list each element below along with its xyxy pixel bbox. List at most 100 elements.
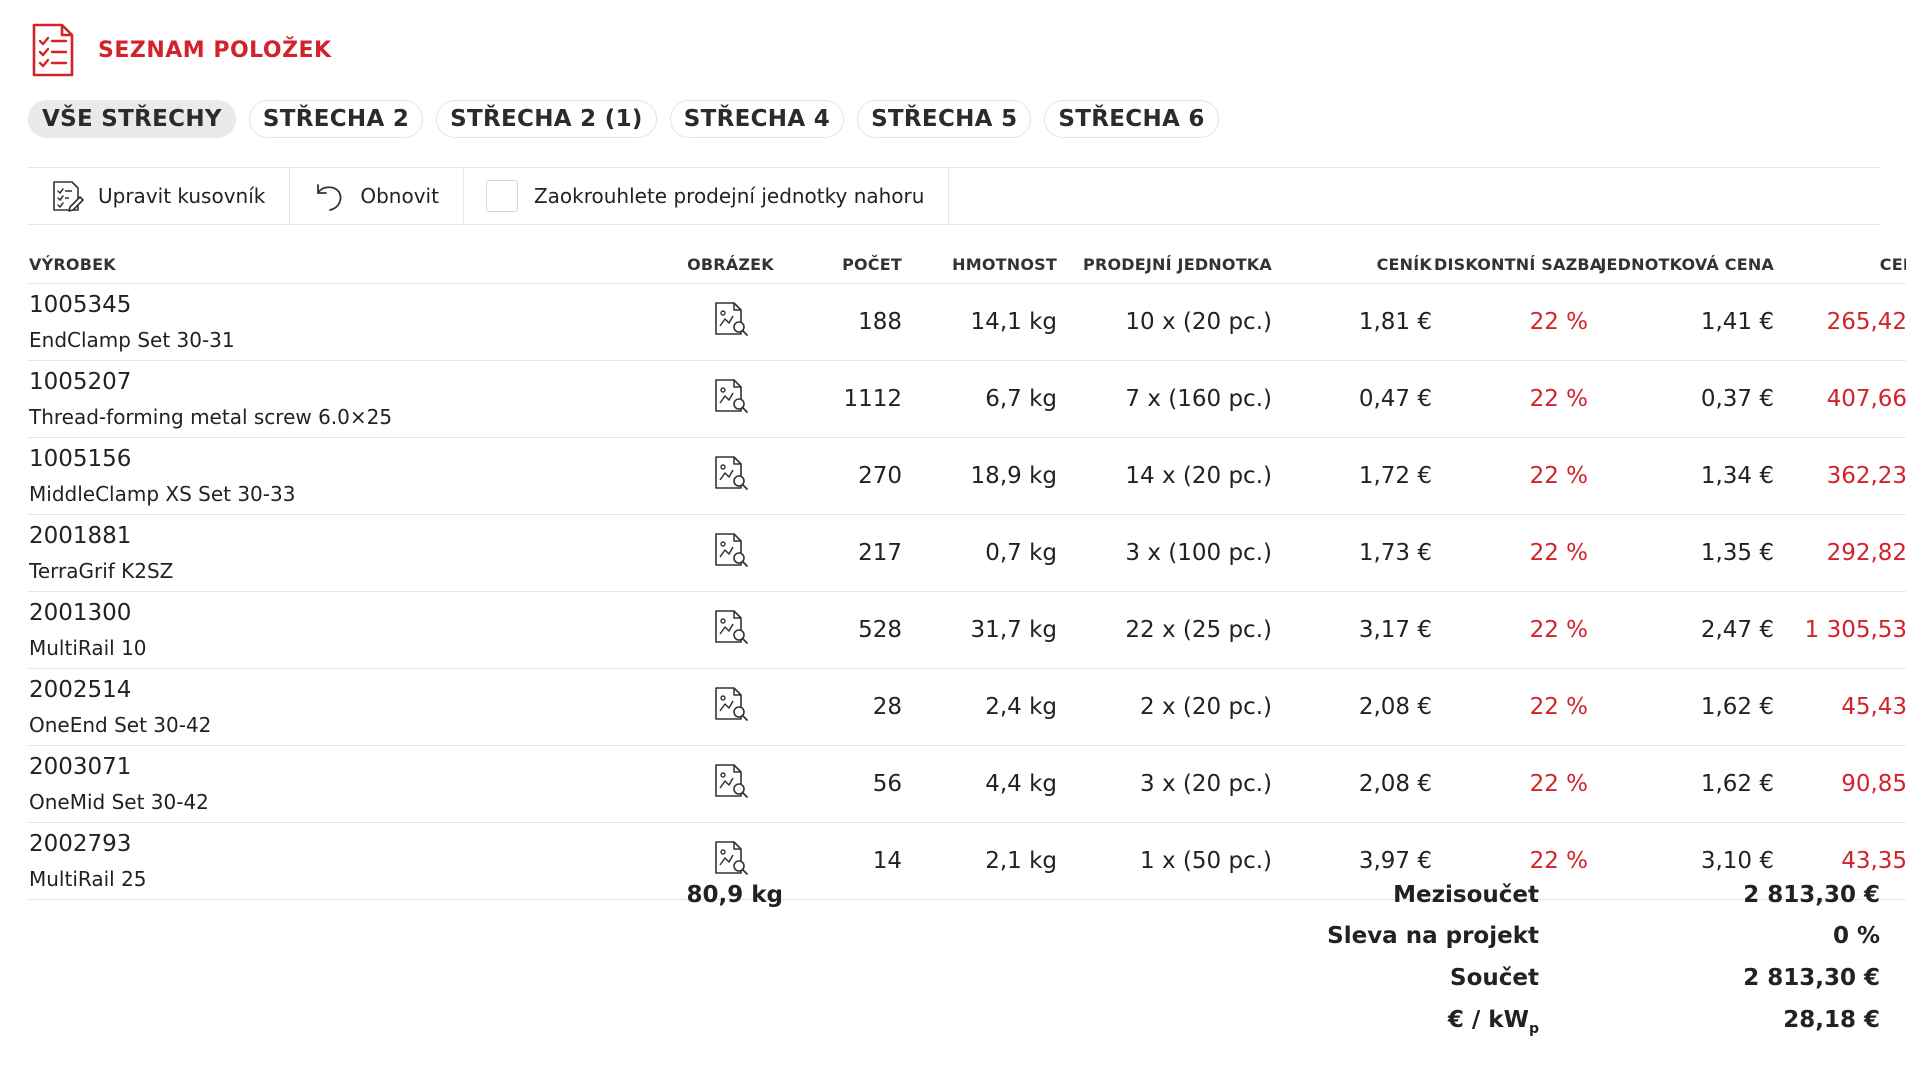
edit-bom-label: Upravit kusovník (98, 184, 266, 208)
item-sales-unit: 3 x (20 pc.) (1058, 745, 1273, 823)
image-preview-icon[interactable] (713, 378, 749, 420)
item-weight: 4,4 kg (903, 745, 1058, 823)
per-kwp-label: € / kWp (1447, 1007, 1539, 1037)
image-preview-icon[interactable] (713, 609, 749, 651)
total-value: 2 813,30 € (1743, 965, 1880, 991)
table-row: 1005156 MiddleClamp XS Set 30-33 270 18,… (28, 437, 1906, 515)
product-name: MiddleClamp XS Set 30-33 (29, 482, 296, 506)
table-row: 2003071 OneMid Set 30-42 56 4,4 kg 3 x (… (28, 745, 1906, 823)
item-discount: 22 % (1433, 591, 1589, 669)
round-up-checkbox[interactable] (485, 180, 518, 212)
item-discount: 22 % (1433, 283, 1589, 361)
total-label: Součet (1450, 965, 1539, 991)
col-list-price: CENÍK (1376, 254, 1432, 274)
item-price: 265,42 € (1775, 283, 1906, 361)
item-price: 292,82 € (1775, 514, 1906, 592)
round-up-label: Zaokrouhlete prodejní jednotky nahoru (533, 184, 925, 208)
item-weight: 2,4 kg (903, 668, 1058, 746)
round-up-units-toggle[interactable]: Zaokrouhlete prodejní jednotky nahoru (464, 168, 950, 224)
tab-roof-4[interactable]: STŘECHA 4 (669, 100, 845, 138)
product-name: OneEnd Set 30-42 (29, 713, 212, 737)
item-unit-price: 1,62 € (1589, 668, 1775, 746)
item-weight: 0,7 kg (903, 514, 1058, 592)
col-discount: DISKONTNÍ SAZBA (1434, 254, 1603, 274)
refresh-button[interactable]: Obnovit (290, 168, 464, 224)
items-table: VÝROBEK OBRÁZEK POČET HMOTNOST PRODEJNÍ … (28, 245, 1906, 900)
table-header: VÝROBEK OBRÁZEK POČET HMOTNOST PRODEJNÍ … (28, 245, 1906, 284)
item-weight: 18,9 kg (903, 437, 1058, 515)
product-code: 1005156 (29, 446, 132, 472)
product-name: OneMid Set 30-42 (29, 790, 209, 814)
roof-tabs: VŠE STŘECHY STŘECHA 2 STŘECHA 2 (1) STŘE… (28, 100, 1219, 138)
project-discount-value: 0 % (1832, 923, 1880, 949)
col-count: POČET (842, 254, 902, 274)
item-unit-price: 2,47 € (1589, 591, 1775, 669)
col-sales-unit: PRODEJNÍ JEDNOTKA (1083, 254, 1272, 274)
item-discount: 22 % (1433, 360, 1589, 438)
tab-roof-2[interactable]: STŘECHA 2 (248, 100, 424, 138)
item-list-price: 2,08 € (1273, 668, 1433, 746)
item-list-price: 0,47 € (1273, 360, 1433, 438)
table-row: 1005207 Thread-forming metal screw 6.0×2… (28, 360, 1906, 438)
checklist-document-icon (32, 23, 74, 77)
edit-bom-button[interactable]: Upravit kusovník (28, 168, 291, 224)
item-count: 1112 (783, 360, 903, 438)
table-row: 2002514 OneEnd Set 30-42 28 2,4 kg 2 x (… (28, 668, 1906, 746)
item-list-price: 2,08 € (1273, 745, 1433, 823)
refresh-label: Obnovit (360, 184, 439, 208)
total-row: Součet 2 813,30 € (28, 965, 1880, 1005)
image-preview-icon[interactable] (713, 455, 749, 497)
item-unit-price: 1,62 € (1589, 745, 1775, 823)
item-unit-price: 1,35 € (1589, 514, 1775, 592)
item-count: 217 (783, 514, 903, 592)
item-price: 90,85 € (1775, 745, 1906, 823)
product-name: Thread-forming metal screw 6.0×25 (29, 405, 393, 429)
product-code: 2003071 (29, 754, 132, 780)
item-weight: 14,1 kg (903, 283, 1058, 361)
page-title: SEZNAM POLOŽEK (98, 37, 332, 63)
table-row: 1005345 EndClamp Set 30-31 188 14,1 kg 1… (28, 283, 1906, 361)
product-code: 2001881 (29, 523, 132, 549)
table-row: 2001300 MultiRail 10 528 31,7 kg 22 x (2… (28, 591, 1906, 669)
subtotal-label: Mezisoučet (1393, 882, 1539, 908)
toolbar: Upravit kusovník Obnovit Zaokrouhlete pr… (28, 167, 1880, 225)
product-code: 2001300 (29, 600, 132, 626)
item-list-price: 3,17 € (1273, 591, 1433, 669)
item-count: 528 (783, 591, 903, 669)
product-name: MultiRail 10 (29, 636, 147, 660)
col-price: CENA (1879, 254, 1906, 274)
table-row: 2001881 TerraGrif K2SZ 217 0,7 kg 3 x (1… (28, 514, 1906, 592)
image-preview-icon[interactable] (713, 686, 749, 728)
tab-roof-5[interactable]: STŘECHA 5 (857, 100, 1032, 138)
image-preview-icon[interactable] (713, 301, 749, 343)
image-preview-icon[interactable] (713, 840, 749, 882)
tab-roof-2-1[interactable]: STŘECHA 2 (1) (436, 100, 657, 138)
item-discount: 22 % (1433, 745, 1589, 823)
subtotal-row: 80,9 kg Mezisoučet 2 813,30 € (28, 882, 1880, 922)
item-discount: 22 % (1433, 437, 1589, 515)
item-unit-price: 1,41 € (1589, 283, 1775, 361)
item-sales-unit: 14 x (20 pc.) (1058, 437, 1273, 515)
project-discount-row: Sleva na projekt 0 % (28, 923, 1880, 963)
section-header: SEZNAM POLOŽEK (30, 22, 332, 78)
item-weight: 31,7 kg (903, 591, 1058, 669)
page: SEZNAM POLOŽEK VŠE STŘECHY STŘECHA 2 STŘ… (0, 0, 1906, 1066)
col-image: OBRÁZEK (687, 254, 774, 274)
item-discount: 22 % (1433, 668, 1589, 746)
edit-list-icon (53, 181, 84, 212)
item-list-price: 1,81 € (1273, 283, 1433, 361)
item-count: 270 (783, 437, 903, 515)
per-kwp-value: 28,18 € (1783, 1007, 1880, 1033)
project-discount-label: Sleva na projekt (1327, 923, 1539, 949)
item-count: 28 (783, 668, 903, 746)
item-list-price: 1,72 € (1273, 437, 1433, 515)
subtotal-value: 2 813,30 € (1743, 882, 1880, 908)
tab-all-roofs[interactable]: VŠE STŘECHY (28, 100, 236, 138)
image-preview-icon[interactable] (713, 532, 749, 574)
tab-roof-6[interactable]: STŘECHA 6 (1044, 100, 1219, 138)
col-weight: HMOTNOST (952, 254, 1057, 274)
item-unit-price: 1,34 € (1589, 437, 1775, 515)
item-sales-unit: 10 x (20 pc.) (1058, 283, 1273, 361)
image-preview-icon[interactable] (713, 763, 749, 805)
item-count: 188 (783, 283, 903, 361)
